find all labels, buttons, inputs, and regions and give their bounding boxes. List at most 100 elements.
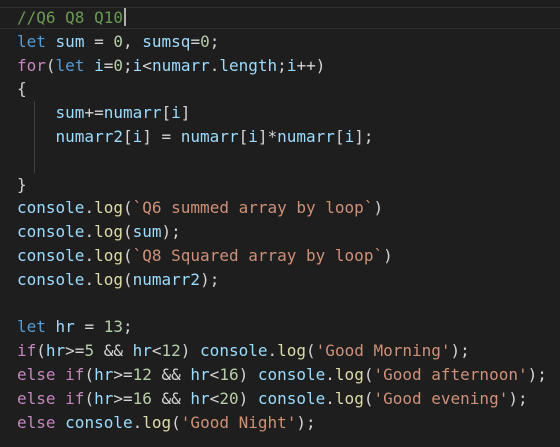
- code-token: ];: [354, 126, 374, 146]
- code-line[interactable]: {: [17, 77, 557, 101]
- code-token: i: [132, 126, 143, 146]
- code-token: i: [94, 55, 104, 75]
- code-line[interactable]: let hr = 13;: [17, 315, 557, 339]
- code-token: =: [74, 317, 104, 337]
- code-token: log: [277, 341, 307, 361]
- code-token: i: [171, 103, 181, 123]
- code-line[interactable]: //Q6 Q8 Q10: [17, 6, 557, 30]
- code-token: ;: [209, 31, 220, 51]
- code-token: console: [17, 198, 85, 218]
- code-token: hr: [190, 388, 210, 408]
- code-token: [: [334, 126, 345, 146]
- code-line[interactable]: console.log(numarr2);: [17, 268, 557, 292]
- code-token: .: [84, 222, 95, 242]
- code-line[interactable]: numarr2[i] = numarr[i]*numarr[i];: [17, 125, 557, 149]
- code-token: 20: [219, 388, 239, 408]
- code-token: (: [36, 341, 46, 361]
- code-token: }: [17, 174, 27, 194]
- code-token: );: [450, 341, 470, 361]
- code-token: {: [17, 79, 27, 99]
- code-token: console: [17, 222, 85, 242]
- code-token: log: [334, 364, 364, 384]
- code-token: //Q6 Q8 Q10: [17, 8, 123, 27]
- code-token: <: [209, 388, 220, 408]
- code-line[interactable]: sum+=numarr[i]: [17, 101, 557, 125]
- code-token: ): [238, 364, 258, 384]
- code-token: console: [65, 412, 133, 432]
- code-token: numarr: [277, 126, 335, 146]
- code-editor[interactable]: //Q6 Q8 Q10 let sum = 0, sumsq=0; for(let …: [0, 0, 560, 447]
- code-token: .: [84, 198, 95, 218]
- code-token: log: [142, 412, 172, 432]
- code-token: [: [122, 126, 133, 146]
- code-token: sum: [132, 222, 162, 242]
- code-line[interactable]: let sum = 0, sumsq=0;: [17, 30, 557, 54]
- code-token: .: [132, 412, 143, 432]
- code-token: log: [94, 269, 123, 289]
- code-line[interactable]: else if(hr>=16 && hr<20) console.log('Go…: [17, 387, 557, 411]
- code-token: 0: [113, 31, 123, 51]
- code-token: i: [132, 55, 143, 75]
- code-token: hr: [45, 341, 66, 361]
- code-token: .: [209, 55, 220, 75]
- code-token: >=: [113, 364, 133, 384]
- code-line[interactable]: if(hr>=5 && hr<12) console.log('Good Mor…: [17, 339, 557, 363]
- code-token: );: [508, 388, 528, 408]
- code-token: numarr: [180, 126, 239, 146]
- code-token: ): [238, 388, 258, 408]
- code-token: (: [122, 245, 133, 265]
- code-token: 'Good Morning': [315, 341, 451, 361]
- code-token: .: [325, 364, 335, 384]
- code-token: <: [209, 364, 220, 384]
- code-line[interactable]: [17, 149, 557, 173]
- code-lines[interactable]: //Q6 Q8 Q10 let sum = 0, sumsq=0; for(let …: [17, 6, 557, 434]
- code-token: 16: [132, 388, 152, 408]
- code-line[interactable]: console.log(`Q6 summed array by loop`): [17, 196, 557, 220]
- code-line[interactable]: console.log(`Q8 Squared array by loop`): [17, 244, 557, 268]
- code-token: else: [17, 388, 56, 408]
- code-token: (: [306, 341, 316, 361]
- code-token: .: [84, 269, 95, 289]
- code-line[interactable]: else console.log('Good Night');: [17, 411, 557, 435]
- code-token: 0: [200, 31, 210, 51]
- code-token: numarr2: [132, 269, 201, 289]
- code-token: log: [94, 222, 123, 242]
- code-token: console: [257, 388, 326, 408]
- code-line[interactable]: else if(hr>=12 && hr<16) console.log('Go…: [17, 363, 557, 387]
- code-token: <: [142, 55, 152, 75]
- code-line[interactable]: console.log(sum);: [17, 220, 557, 244]
- code-token: [: [161, 103, 172, 123]
- code-token: );: [296, 412, 316, 432]
- code-token: 'Good evening': [373, 388, 509, 408]
- code-token: console: [17, 245, 85, 265]
- code-token: ] =: [142, 126, 181, 146]
- code-token: hr: [190, 364, 210, 384]
- code-line[interactable]: [17, 292, 557, 316]
- code-token: let: [55, 55, 85, 75]
- code-token: for: [17, 55, 46, 75]
- code-token: ]: [180, 103, 191, 123]
- code-token: ;: [277, 55, 287, 75]
- code-token: hr: [94, 388, 114, 408]
- code-line[interactable]: for(let i=0;i<numarr.length;i++): [17, 54, 557, 78]
- code-token: (: [122, 269, 133, 289]
- code-token: );: [527, 364, 547, 384]
- code-token: `Q8 Squared array by loop`: [132, 245, 384, 265]
- code-token: &&: [151, 364, 191, 384]
- text-cursor: [123, 8, 126, 26]
- code-token: hr: [55, 317, 75, 337]
- code-token: >=: [65, 341, 85, 361]
- code-line[interactable]: }: [17, 173, 557, 197]
- code-token: 0: [113, 55, 124, 75]
- code-token: ,: [123, 31, 143, 51]
- indent-guide: [34, 101, 35, 173]
- code-token: (: [45, 55, 56, 75]
- code-token: 'Good Night': [180, 412, 297, 432]
- code-token: console: [257, 364, 326, 384]
